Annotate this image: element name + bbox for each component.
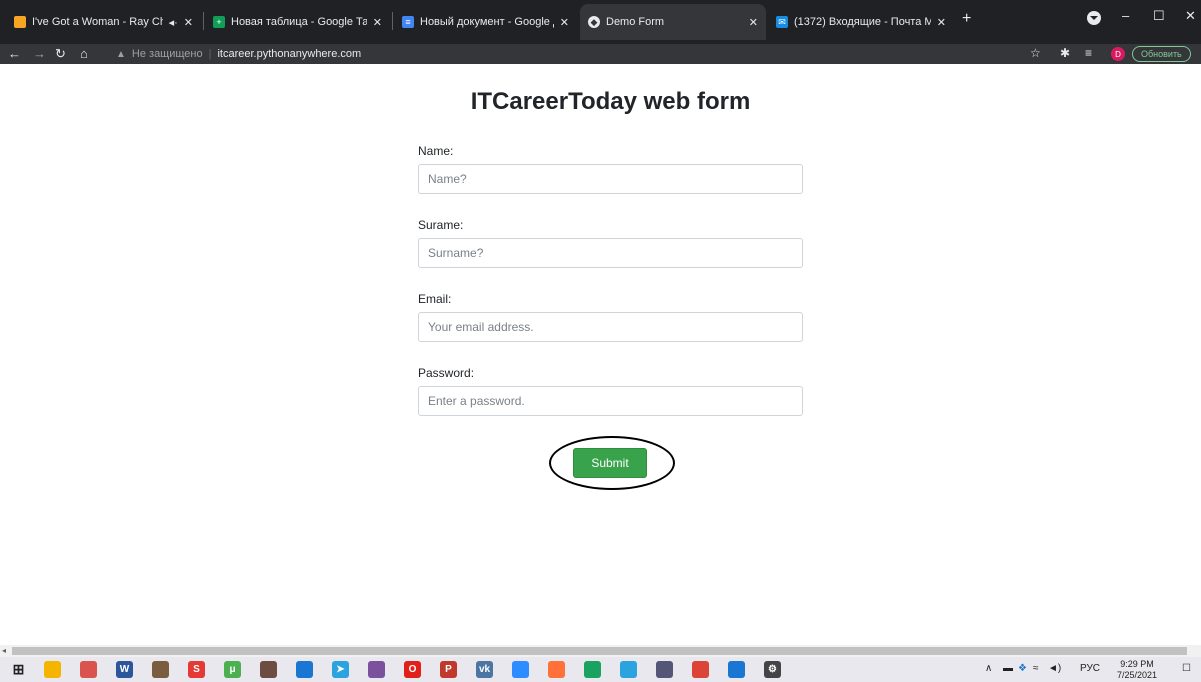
wifi-icon[interactable]: ≈ <box>1033 663 1039 674</box>
app-brush-icon[interactable] <box>152 661 169 678</box>
close-icon[interactable]: ✕ <box>560 16 569 29</box>
viber-icon[interactable] <box>368 661 385 678</box>
start-icon[interactable]: ⊞ <box>10 661 27 678</box>
clock[interactable]: 9:29 PM 7/25/2021 <box>1117 659 1157 681</box>
mail-icon: ✉ <box>776 16 788 28</box>
tab-title: Новый документ - Google Документы <box>420 16 554 28</box>
language-indicator[interactable]: РУС <box>1080 663 1100 674</box>
sheets-icon: + <box>213 16 225 28</box>
browser-toolbar: ← → ↻ ⌂ ▲ Не защищено | itcareer.pythona… <box>0 44 1201 64</box>
scrollbar-thumb[interactable] <box>12 647 1187 655</box>
tab-title: (1372) Входящие - Почта Mail.ru <box>794 16 931 28</box>
word-icon[interactable]: W <box>116 661 133 678</box>
email-input[interactable] <box>418 312 803 342</box>
chrome-icon[interactable] <box>692 661 709 678</box>
url-text: itcareer.pythonanywhere.com <box>217 48 362 60</box>
settings-icon[interactable]: ⚙ <box>764 661 781 678</box>
bookmark-star-icon[interactable]: ☆ <box>1030 46 1041 60</box>
tab-mail[interactable]: ✉ (1372) Входящие - Почта Mail.ru ✕ <box>768 4 954 40</box>
password-input[interactable] <box>418 386 803 416</box>
tab-divider <box>392 12 393 30</box>
telegram-2-icon[interactable] <box>620 661 637 678</box>
horizontal-scrollbar[interactable]: ◂ <box>0 645 1201 657</box>
warning-icon: ▲ <box>116 48 126 60</box>
surname-label: Surame: <box>418 218 464 232</box>
file-explorer-icon[interactable] <box>44 661 61 678</box>
tab-title: Новая таблица - Google Таблицы <box>231 16 367 28</box>
email-label: Email: <box>418 292 452 306</box>
tab-music[interactable]: I've Got a Woman - Ray Charles ◂· ✕ <box>6 4 201 40</box>
zoom-icon[interactable] <box>512 661 529 678</box>
minimize-button[interactable]: – <box>1122 8 1129 23</box>
vk-icon[interactable]: vk <box>476 661 493 678</box>
taskbar: ⊞ W Sμ ➤ O Pvk ⚙ ∧ ▬ ❖ ≈ ◄) РУС 9:29 PM 7/25/… <box>0 657 1201 682</box>
avatar[interactable]: D <box>1111 47 1125 61</box>
forward-button[interactable]: → <box>33 46 46 61</box>
utorrent-icon[interactable]: μ <box>224 661 241 678</box>
audio-icon[interactable]: ◂· <box>169 16 178 29</box>
notifications-icon[interactable]: ☐ <box>1182 663 1191 674</box>
close-icon[interactable]: ✕ <box>373 16 382 29</box>
close-icon[interactable]: ✕ <box>937 16 946 29</box>
bluetooth-icon[interactable]: ❖ <box>1018 663 1027 674</box>
address-bar[interactable]: ▲ Не защищено | itcareer.pythonanywhere.… <box>116 45 1016 63</box>
restore-button[interactable]: ☐ <box>1153 8 1165 24</box>
app-bars-icon[interactable] <box>656 661 673 678</box>
opera-icon[interactable]: O <box>404 661 421 678</box>
battery-icon: ▬ <box>1003 663 1013 674</box>
password-label: Password: <box>418 366 475 380</box>
tab-strip: I've Got a Woman - Ray Charles ◂· ✕ + Но… <box>0 0 1201 44</box>
tray-chevron-icon[interactable]: ∧ <box>985 663 992 674</box>
update-button[interactable]: Обновить <box>1132 46 1191 62</box>
page-title: ITCareerToday web form <box>470 88 751 115</box>
tab-docs[interactable]: ≡ Новый документ - Google Документы ✕ <box>394 4 577 40</box>
tab-divider <box>203 12 204 30</box>
new-tab-button[interactable]: + <box>962 10 971 28</box>
close-icon[interactable]: ✕ <box>184 16 193 29</box>
security-status: Не защищено <box>131 48 203 60</box>
reload-button[interactable]: ↻ <box>55 46 66 62</box>
clock-date: 7/25/2021 <box>1117 670 1158 680</box>
tab-demo-form[interactable]: ◆ Demo Form ✕ <box>580 4 766 40</box>
scroll-left-icon[interactable]: ◂ <box>2 646 6 655</box>
tab-sheets[interactable]: + Новая таблица - Google Таблицы ✕ <box>205 4 390 40</box>
app-red-icon[interactable] <box>80 661 97 678</box>
clock-time: 9:29 PM <box>1120 659 1154 669</box>
docs-icon: ≡ <box>402 16 414 28</box>
music-icon <box>14 16 26 28</box>
address-separator: | <box>208 48 212 60</box>
tab-search-icon[interactable] <box>1087 11 1101 25</box>
surname-input[interactable] <box>418 238 803 268</box>
tab-title: Demo Form <box>606 16 665 28</box>
extensions-icon[interactable]: ✱ <box>1060 46 1070 60</box>
home-button[interactable]: ⌂ <box>80 46 88 61</box>
telegram-icon[interactable]: ➤ <box>332 661 349 678</box>
app-leaf-icon[interactable] <box>260 661 277 678</box>
close-icon[interactable]: ✕ <box>749 16 758 29</box>
firefox-icon[interactable] <box>548 661 565 678</box>
close-window-button[interactable]: ✕ <box>1185 8 1196 24</box>
app-sail-icon[interactable] <box>728 661 745 678</box>
app-s-icon[interactable]: S <box>188 661 205 678</box>
app-p-icon[interactable]: P <box>440 661 457 678</box>
app-boat-icon[interactable] <box>296 661 313 678</box>
app-diamond-icon[interactable] <box>584 661 601 678</box>
name-label: Name: <box>418 144 454 158</box>
volume-icon[interactable]: ◄) <box>1048 663 1061 674</box>
tab-title: I've Got a Woman - Ray Charles <box>32 16 163 28</box>
back-button[interactable]: ← <box>8 46 21 61</box>
name-input[interactable] <box>418 164 803 194</box>
reading-list-icon[interactable]: ≡ <box>1085 46 1092 60</box>
globe-icon: ◆ <box>588 16 600 28</box>
submit-button[interactable]: Submit <box>573 448 647 478</box>
